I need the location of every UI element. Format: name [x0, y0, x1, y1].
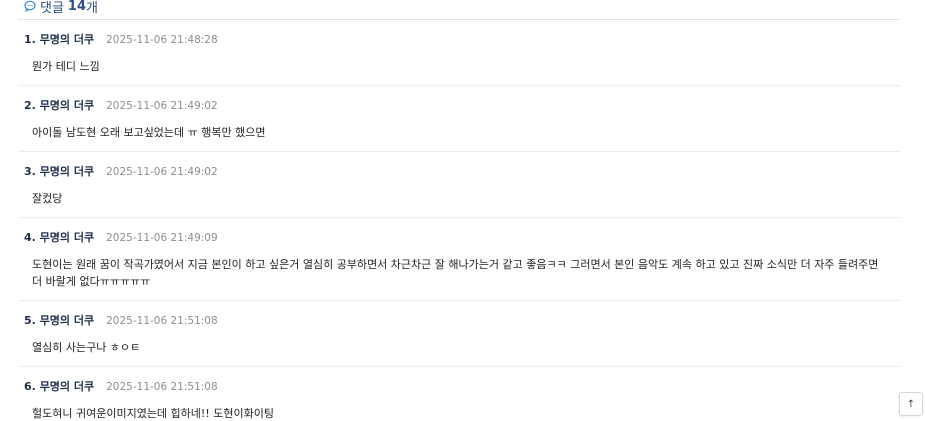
- comment-timestamp: 2025-11-06 21:49:02: [106, 166, 218, 178]
- comment-author-name: 무명의 더쿠: [39, 99, 95, 112]
- comment-author[interactable]: 1. 무명의 더쿠: [24, 32, 94, 47]
- comment-text: 헐도혀니 귀여운이미지였는데 힙하네!! 도현이화이팅: [32, 407, 274, 420]
- comment-text: 잘컸당: [32, 192, 63, 205]
- comment-item: 6. 무명의 더쿠 2025-11-06 21:51:08 헐도혀니 귀여운이미…: [18, 367, 900, 421]
- comments-header-label: 댓글: [40, 0, 64, 16]
- comment-author[interactable]: 4. 무명의 더쿠: [24, 230, 94, 245]
- comment-index: 1.: [24, 33, 36, 46]
- comment-timestamp: 2025-11-06 21:48:28: [106, 34, 218, 46]
- comment-author-name: 무명의 더쿠: [39, 380, 95, 393]
- comment-meta: 3. 무명의 더쿠 2025-11-06 21:49:02: [24, 164, 894, 180]
- comments-count-unit: 개: [86, 0, 98, 16]
- comment-author[interactable]: 2. 무명의 더쿠: [24, 98, 94, 113]
- comment-text: 아이돌 남도현 오래 보고싶었는데 ㅠ 행복만 했으면: [32, 126, 266, 139]
- comment-author-name: 무명의 더쿠: [39, 314, 95, 327]
- comment-text: 뭔가 테디 느낌: [32, 60, 100, 73]
- comment-author-name: 무명의 더쿠: [39, 231, 95, 244]
- comment-index: 6.: [24, 380, 36, 393]
- comment-item: 5. 무명의 더쿠 2025-11-06 21:51:08 열심히 사는구나 ㅎ…: [18, 301, 900, 367]
- comment-timestamp: 2025-11-06 21:51:08: [106, 381, 218, 393]
- comment-timestamp: 2025-11-06 21:49:02: [106, 100, 218, 112]
- comment-index: 5.: [24, 314, 36, 327]
- comment-author-name: 무명의 더쿠: [39, 165, 95, 178]
- comment-meta: 4. 무명의 더쿠 2025-11-06 21:49:09: [24, 230, 894, 246]
- page: 댓글 14 개 1. 무명의 더쿠 2025-11-06 21:48:28 뭔가 …: [0, 0, 925, 421]
- comment-timestamp: 2025-11-06 21:49:09: [106, 232, 218, 244]
- comment-author[interactable]: 3. 무명의 더쿠: [24, 164, 94, 179]
- comment-text: 열심히 사는구나 ㅎㅇㅌ: [32, 341, 141, 354]
- comment-list: 1. 무명의 더쿠 2025-11-06 21:48:28 뭔가 테디 느낌 2…: [18, 20, 900, 421]
- comment-item: 1. 무명의 더쿠 2025-11-06 21:48:28 뭔가 테디 느낌: [18, 20, 900, 86]
- comments-header: 댓글 14 개: [24, 0, 98, 18]
- comment-index: 2.: [24, 99, 36, 112]
- comment-item: 2. 무명의 더쿠 2025-11-06 21:49:02 아이돌 남도현 오래…: [18, 86, 900, 152]
- comment-meta: 2. 무명의 더쿠 2025-11-06 21:49:02: [24, 98, 894, 114]
- comment-index: 4.: [24, 231, 36, 244]
- comment-author[interactable]: 5. 무명의 더쿠: [24, 313, 94, 328]
- comments-count: 14: [67, 0, 87, 14]
- comment-meta: 5. 무명의 더쿠 2025-11-06 21:51:08: [24, 313, 894, 329]
- comment-author-name: 무명의 더쿠: [39, 33, 95, 46]
- comment-timestamp: 2025-11-06 21:51:08: [106, 315, 218, 327]
- comment-index: 3.: [24, 165, 36, 178]
- scroll-to-top-button[interactable]: ↑: [899, 392, 923, 416]
- arrow-up-icon: ↑: [906, 398, 916, 410]
- comment-item: 4. 무명의 더쿠 2025-11-06 21:49:09 도현이는 원래 꿈이…: [18, 218, 900, 301]
- comment-author[interactable]: 6. 무명의 더쿠: [24, 379, 94, 394]
- comment-item: 3. 무명의 더쿠 2025-11-06 21:49:02 잘컸당: [18, 152, 900, 218]
- comment-meta: 1. 무명의 더쿠 2025-11-06 21:48:28: [24, 32, 894, 48]
- comment-meta: 6. 무명의 더쿠 2025-11-06 21:51:08: [24, 379, 894, 395]
- chat-icon: [24, 0, 36, 13]
- comment-text: 도현이는 원래 꿈이 작곡가였어서 지금 본인이 하고 싶은거 열심히 공부하면…: [32, 258, 879, 288]
